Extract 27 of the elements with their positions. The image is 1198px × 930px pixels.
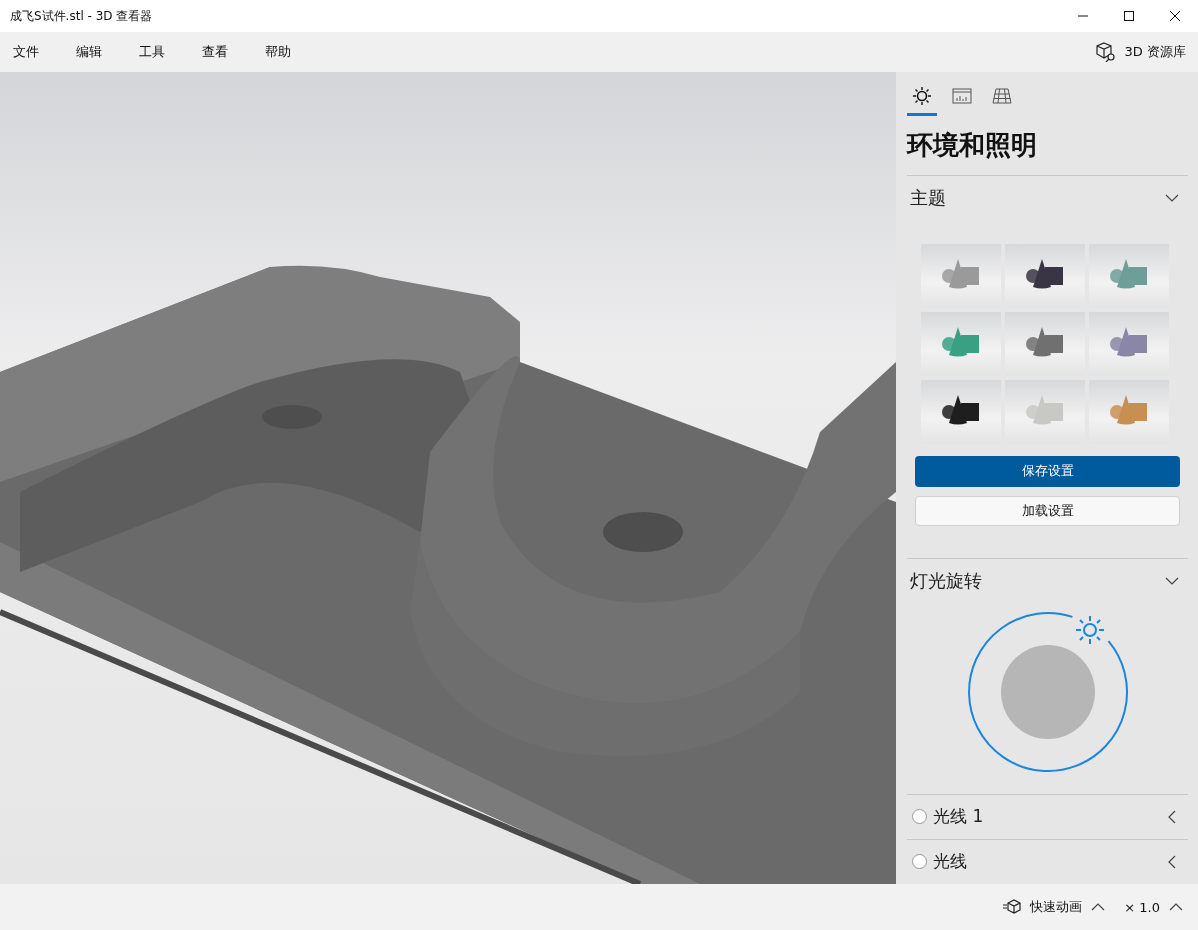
menu-item[interactable]: 编辑 [67,37,111,67]
grid-icon [992,86,1012,105]
cube-icon [1002,899,1023,915]
speed-button[interactable]: × 1.0 [1120,895,1188,919]
menu-item[interactable]: 帮助 [256,37,300,67]
save-settings-button[interactable]: 保存设置 [915,456,1180,487]
library-button[interactable]: 3D 资源库 [1092,38,1188,66]
light-item[interactable]: 光线 1 [907,793,1188,839]
light-label: 光线 [933,850,968,874]
window-title: 成飞S试件.stl - 3D 查看器 [10,7,154,25]
cube-search-icon [1094,42,1117,62]
light-rotation-dial[interactable] [965,609,1130,774]
menu-item[interactable]: 工具 [130,37,174,67]
menu-item[interactable]: 查看 [193,37,237,67]
menu-item[interactable]: 文件 [4,37,48,67]
panel-heading: 环境和照明 [907,129,1038,162]
animation-button[interactable]: 快速动画 [998,894,1111,920]
radio-icon[interactable] [912,809,927,825]
section-header[interactable]: 主题 [907,175,1188,221]
section-header[interactable]: 灯光旋转 [907,558,1188,604]
radio-icon[interactable] [912,854,927,870]
sun-icon [912,85,932,106]
light-label: 光线 1 [933,805,985,829]
chart-icon [952,86,972,105]
close-icon [1169,10,1181,22]
load-settings-button[interactable]: 加载设置 [915,495,1180,527]
maximize-icon [1123,10,1135,22]
